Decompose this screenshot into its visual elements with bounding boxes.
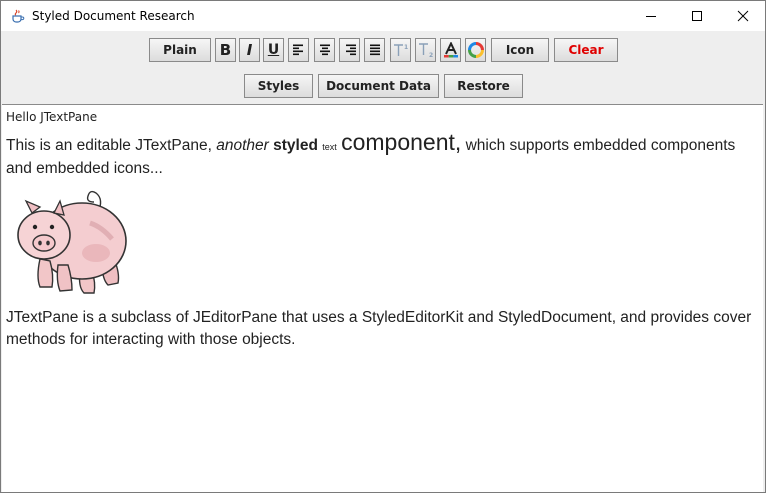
underline-button[interactable]: U xyxy=(263,38,284,62)
title-bar: Styled Document Research xyxy=(1,1,765,31)
superscript-icon: 1 xyxy=(393,44,408,56)
align-center-button[interactable] xyxy=(314,38,335,62)
hello-line: Hello JTextPane xyxy=(6,110,98,124)
maximize-button[interactable] xyxy=(674,1,720,31)
text-pane[interactable]: Hello JTextPane This is an editable JTex… xyxy=(2,104,763,492)
superscript-button[interactable]: 1 xyxy=(390,38,411,62)
icon-button[interactable]: Icon xyxy=(491,38,549,62)
para1-italic-text: another xyxy=(216,137,269,154)
subscript-button[interactable]: 2 xyxy=(415,38,436,62)
bold-button[interactable]: B xyxy=(215,38,236,62)
italic-button[interactable]: I xyxy=(239,38,260,62)
background-color-button[interactable] xyxy=(465,38,486,62)
paragraph-2: JTextPane is a subclass of JEditorPane t… xyxy=(6,309,752,348)
align-left-button[interactable] xyxy=(288,38,309,62)
color-wheel-icon xyxy=(467,42,484,58)
align-left-icon xyxy=(292,44,303,56)
align-center-icon xyxy=(319,44,330,56)
svg-text:1: 1 xyxy=(404,44,408,51)
font-color-button[interactable] xyxy=(440,38,461,62)
document-data-button[interactable]: Document Data xyxy=(318,74,439,98)
toolbar: Plain B I U 1 2 Icon Clear Styles Docume… xyxy=(1,31,765,103)
restore-button[interactable]: Restore xyxy=(444,74,523,98)
subscript-icon: 2 xyxy=(418,43,433,58)
para1-small-text: text xyxy=(322,142,337,152)
para1-segment-1: This is an editable JTextPane, xyxy=(6,137,217,154)
para1-large-text: component, xyxy=(341,129,462,155)
close-button[interactable] xyxy=(720,1,765,31)
styles-button[interactable]: Styles xyxy=(244,74,313,98)
align-right-icon xyxy=(345,44,356,56)
align-right-button[interactable] xyxy=(339,38,360,62)
window-title: Styled Document Research xyxy=(32,9,195,23)
justify-icon xyxy=(369,44,380,56)
maximize-icon xyxy=(692,11,702,21)
app-window: Styled Document Research Plain B I U 1 2… xyxy=(0,0,766,493)
font-color-icon xyxy=(443,42,458,58)
svg-text:2: 2 xyxy=(429,52,433,58)
minimize-icon xyxy=(646,16,656,17)
plain-button[interactable]: Plain xyxy=(149,38,211,62)
java-cup-icon xyxy=(10,8,26,24)
close-icon xyxy=(737,10,749,22)
clear-button[interactable]: Clear xyxy=(554,38,618,62)
para1-bold-text: styled xyxy=(273,137,318,154)
minimize-button[interactable] xyxy=(628,1,674,31)
pig-icon xyxy=(10,183,130,305)
paragraph-1: This is an editable JTextPane, another s… xyxy=(6,131,761,180)
justify-button[interactable] xyxy=(364,38,385,62)
